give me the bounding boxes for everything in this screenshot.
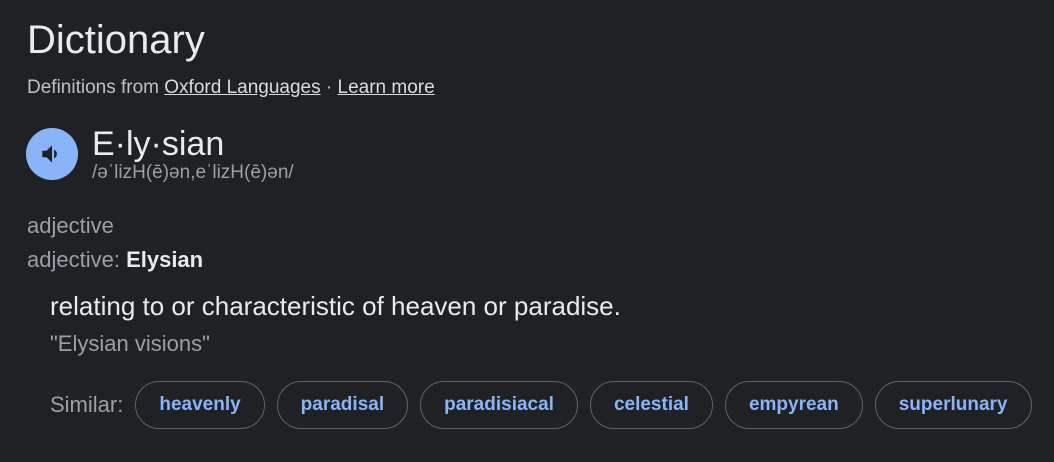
- part-of-speech: adjective: [27, 213, 114, 238]
- similar-chip-celestial[interactable]: celestial: [589, 381, 713, 429]
- similar-chip-paradisal[interactable]: paradisal: [276, 381, 409, 429]
- pronunciation-audio-button[interactable]: [26, 128, 78, 180]
- page-title: Dictionary: [27, 18, 205, 62]
- source-line: Definitions from Oxford Languages · Lear…: [27, 75, 435, 101]
- speaker-icon: [42, 145, 57, 163]
- example-text: "Elysian visions": [50, 331, 210, 356]
- oxford-languages-link[interactable]: Oxford Languages: [164, 77, 320, 98]
- similar-chip-paradisiacal[interactable]: paradisiacal: [420, 381, 578, 429]
- definition-text: relating to or characteristic of heaven …: [50, 291, 621, 321]
- similar-chip-superlunary[interactable]: superlunary: [874, 381, 1032, 429]
- headword: E·ly·sian: [92, 125, 225, 163]
- learn-more-link[interactable]: Learn more: [338, 77, 435, 98]
- part-of-speech-line: adjective: Elysian: [27, 246, 203, 274]
- similar-chip-heavenly[interactable]: heavenly: [135, 381, 265, 429]
- phonetic-transcription: /əˈlizH(ē)ən,eˈlizH(ē)ən/: [92, 162, 294, 183]
- similar-words-row: Similar: heavenly paradisal paradisiacal…: [50, 380, 1032, 430]
- source-prefix: Definitions from: [27, 77, 165, 98]
- pos-value: Elysian: [126, 247, 204, 272]
- source-separator: ·: [320, 77, 338, 98]
- similar-chip-empyrean[interactable]: empyrean: [724, 381, 863, 429]
- pos-label: adjective:: [27, 247, 127, 272]
- similar-label: Similar:: [50, 392, 124, 417]
